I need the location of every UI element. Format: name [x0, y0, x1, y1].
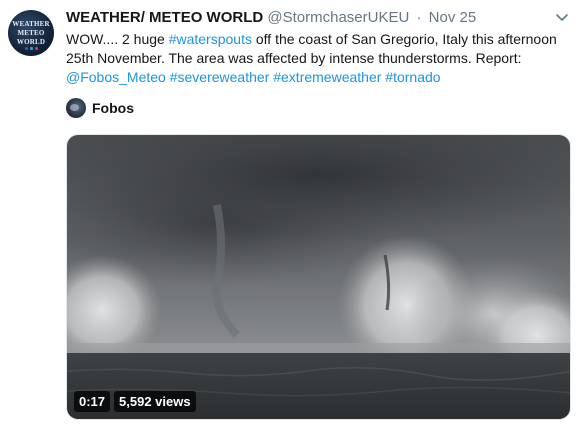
- hashtag-extremeweather[interactable]: #extremeweather: [273, 69, 381, 85]
- chevron-down-icon[interactable]: [555, 13, 569, 23]
- mention-fobos-meteo[interactable]: @Fobos_Meteo: [66, 69, 166, 85]
- author-name[interactable]: WEATHER/ METEO WORLD: [66, 9, 263, 26]
- media-credit-name: Fobos: [92, 100, 134, 116]
- video-frame-waterspouts: [67, 135, 570, 419]
- video-overlay: 0:17 5,592 views: [74, 391, 196, 412]
- tweet-text: WOW.... 2 huge #waterspouts off the coas…: [66, 30, 566, 87]
- fobos-avatar: [66, 98, 86, 118]
- tweet: WEATHER METEO WORLD WEATHER/ METEO WORLD…: [0, 0, 582, 426]
- tweet-text-part: WOW.... 2 huge: [66, 31, 169, 47]
- hashtag-tornado[interactable]: #tornado: [385, 69, 440, 85]
- twitter-icon: [29, 47, 33, 50]
- avatar-logo-line-3: WORLD: [16, 38, 46, 46]
- avatar-social-icons: [22, 47, 40, 51]
- video-views: 5,592 views: [114, 391, 196, 412]
- avatar-logo-line-2: METEO: [17, 29, 45, 37]
- video-duration: 0:17: [74, 391, 111, 412]
- author-avatar[interactable]: WEATHER METEO WORLD: [8, 10, 54, 56]
- tweet-header: WEATHER/ METEO WORLD @StormchaserUKEU · …: [66, 9, 542, 27]
- tweet-date[interactable]: Nov 25: [429, 9, 477, 26]
- video-player[interactable]: [66, 134, 571, 420]
- header-separator: ·: [416, 9, 422, 26]
- hashtag-severeweather[interactable]: #severeweather: [170, 69, 270, 85]
- author-handle[interactable]: @StormchaserUKEU: [267, 9, 409, 26]
- avatar-logo-line-1: WEATHER: [12, 20, 50, 28]
- hashtag-waterspouts[interactable]: #waterspouts: [169, 31, 252, 47]
- instagram-icon: [34, 47, 38, 50]
- media-credit[interactable]: Fobos: [66, 97, 134, 119]
- facebook-icon: [24, 47, 28, 50]
